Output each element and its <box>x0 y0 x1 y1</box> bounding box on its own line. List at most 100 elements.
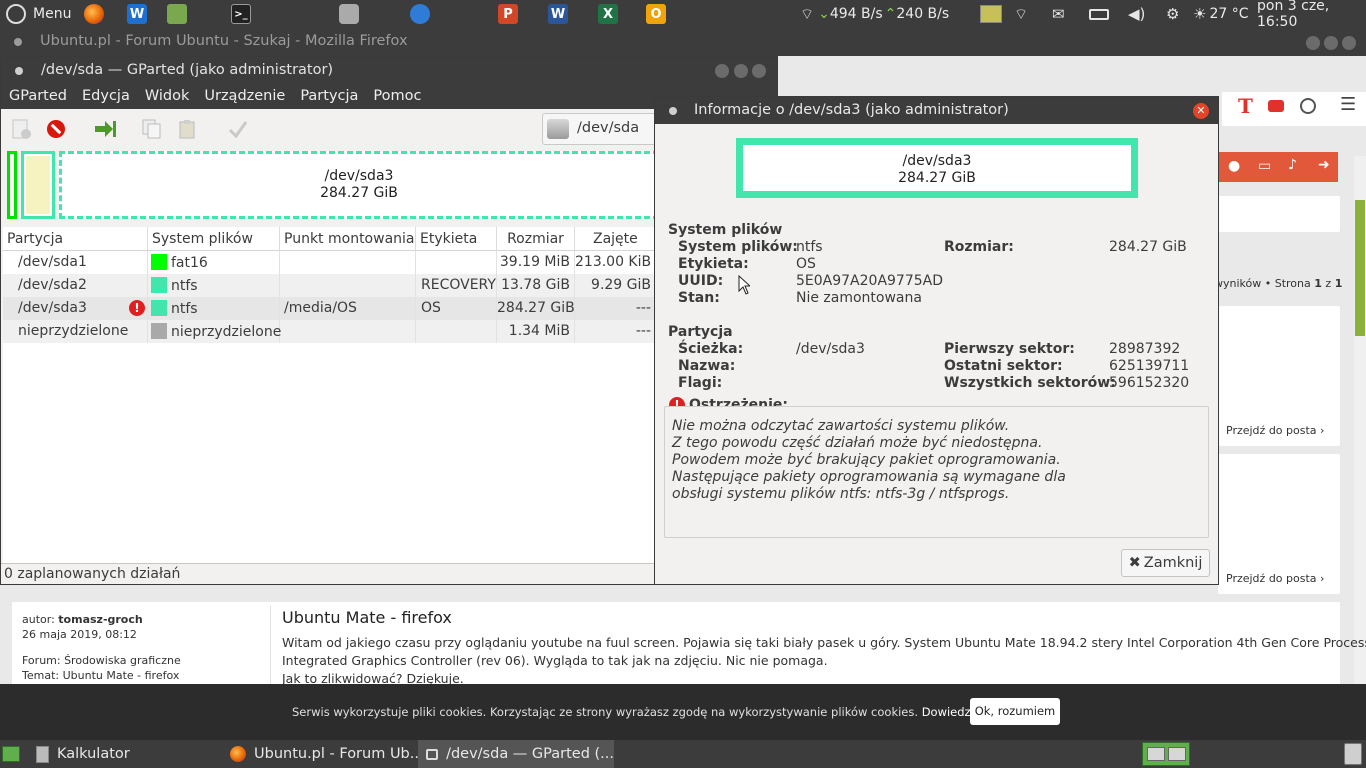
column-partition[interactable]: Partycja <box>3 227 148 251</box>
new-partition-icon[interactable] <box>11 118 33 140</box>
task-firefox[interactable]: Ubuntu.pl - Forum Ub... <box>230 740 424 768</box>
trash-icon[interactable] <box>1344 743 1362 765</box>
gparted-task-icon <box>426 748 439 760</box>
partition-segment-sda3[interactable]: /dev/sda3 284.27 GiB <box>59 151 659 219</box>
column-size[interactable]: Rozmiar <box>497 227 575 251</box>
envelope-icon: ✉ <box>1052 5 1065 23</box>
cookie-accept-button[interactable]: Ok, rozumiem <box>970 698 1060 725</box>
files-launcher[interactable] <box>167 0 187 28</box>
hamburger-menu-icon[interactable]: ☰ <box>1340 94 1356 115</box>
settings-indicator[interactable]: ⚙ <box>1166 0 1179 28</box>
gparted-maximize-button[interactable] <box>734 64 748 78</box>
partition-segment-sda1[interactable] <box>7 151 17 219</box>
thunderbird-launcher[interactable] <box>410 0 430 28</box>
cell-filesystem: fat16 <box>148 251 280 274</box>
folder-icon <box>167 4 187 24</box>
menu-device[interactable]: Urządzenie <box>196 85 292 109</box>
menu-gparted[interactable]: GParted <box>1 85 74 109</box>
ubuntu-mate-icon <box>6 4 26 24</box>
delete-partition-icon[interactable] <box>45 118 67 140</box>
firefox-launcher[interactable] <box>84 0 104 28</box>
post-topic[interactable]: Temat: Ubuntu Mate - firefox <box>22 668 181 683</box>
volume-indicator[interactable]: ◀) <box>1128 0 1145 28</box>
post-forum[interactable]: Forum: Środowiska graficzne <box>22 653 181 668</box>
disk-launcher[interactable] <box>339 0 359 28</box>
partition-preview-box: /dev/sda3 284.27 GiB <box>736 138 1138 198</box>
firefox-icon <box>84 4 104 24</box>
goto-post-link-1[interactable]: Przejdź do posta › <box>1226 424 1324 437</box>
cell-partition: /dev/sda2 <box>3 274 148 297</box>
cell-used: 9.29 GiB <box>591 277 651 293</box>
cell-filesystem: nieprzydzielone <box>148 320 281 343</box>
goto-post-link-2[interactable]: Przejdź do posta › <box>1226 572 1324 585</box>
firefox-close-button[interactable] <box>1342 36 1356 50</box>
column-used[interactable]: Zajęte <box>575 227 657 251</box>
cell-used: 213.00 KiB <box>575 254 652 270</box>
cell-used: --- <box>635 300 651 316</box>
wps-launcher[interactable]: W <box>127 0 147 28</box>
menu-edit[interactable]: Edycja <box>74 85 137 109</box>
workspace-switcher[interactable] <box>1142 742 1190 766</box>
monitor-indicator[interactable] <box>980 0 1002 28</box>
t-icon[interactable]: T <box>1238 94 1253 118</box>
top-panel: Menu W >_ P W X O ⌔ ⌄ 494 B/s ⌃ 240 B/s … <box>0 0 1366 30</box>
firefox-titlebar[interactable]: Ubuntu.pl - Forum Ubuntu - Szukaj - Mozi… <box>0 28 1366 56</box>
forum-post: autor: tomasz-groch 26 maja 2019, 08:12 … <box>12 602 1366 686</box>
menu-partition[interactable]: Partycja <box>292 85 365 109</box>
spreadsheet-launcher[interactable]: X <box>598 0 618 28</box>
logout-icon[interactable]: ➜ <box>1318 157 1330 173</box>
firefox-scrollbar-thumb[interactable] <box>1355 200 1365 336</box>
gparted-close-button[interactable] <box>752 64 766 78</box>
table-row[interactable]: /dev/sda1 fat16 39.19 MiB 213.00 KiB <box>3 251 657 274</box>
column-mountpoint[interactable]: Punkt montowania <box>280 227 416 251</box>
resize-move-icon[interactable] <box>93 118 116 140</box>
table-row[interactable]: nieprzydzielone nieprzydzielone 1.34 MiB… <box>3 320 657 343</box>
warning-line: Nie można odczytać zawartości systemu pl… <box>672 418 1010 434</box>
weather-indicator[interactable]: ☀ 27 °C <box>1193 0 1249 28</box>
task-gparted[interactable]: /dev/sda — GParted (... <box>418 740 614 768</box>
chevron-right-icon: › <box>1320 572 1325 585</box>
inbox-icon[interactable]: ▭ <box>1258 158 1271 174</box>
show-desktop-icon[interactable] <box>2 746 20 762</box>
apply-check-icon[interactable] <box>227 118 249 140</box>
presentation-launcher[interactable]: P <box>498 0 518 28</box>
firefox-maximize-button[interactable] <box>1324 36 1338 50</box>
battery-indicator[interactable] <box>1089 0 1109 28</box>
dialog-titlebar[interactable]: Informacje o /dev/sda3 (jako administrat… <box>655 97 1218 124</box>
clock[interactable]: pon 3 cze, 16:50 <box>1257 0 1366 30</box>
youtube-icon[interactable] <box>1268 100 1284 112</box>
column-label[interactable]: Etykieta <box>416 227 497 251</box>
user-icon[interactable]: ● <box>1228 158 1240 174</box>
table-row-selected[interactable]: /dev/sda3 ! ntfs /media/OS OS 284.27 GiB… <box>3 297 657 320</box>
mail-indicator[interactable]: ✉ <box>1052 0 1065 28</box>
device-selector-value: /dev/sda <box>577 120 640 136</box>
cell-mountpoint <box>280 251 416 274</box>
copy-icon[interactable] <box>141 118 163 140</box>
gparted-minimize-button[interactable] <box>715 64 729 78</box>
paste-icon[interactable] <box>177 118 199 140</box>
writer-launcher[interactable]: W <box>548 0 568 28</box>
post-title[interactable]: Ubuntu Mate - firefox <box>282 608 452 627</box>
menu-help[interactable]: Pomoc <box>365 85 428 109</box>
partition-table: Partycja System plików Punkt montowania … <box>3 227 657 563</box>
wifi-indicator[interactable]: ⌔ <box>1014 0 1028 28</box>
author-link[interactable]: tomasz-groch <box>58 613 142 626</box>
menu-view[interactable]: Widok <box>137 85 197 109</box>
device-selector[interactable]: /dev/sda <box>542 113 662 145</box>
table-row[interactable]: /dev/sda2 ntfs RECOVERY 13.78 GiB 9.29 G… <box>3 274 657 297</box>
office-launcher[interactable]: O <box>646 0 666 28</box>
menu-button[interactable]: Menu <box>6 0 71 28</box>
account-icon[interactable] <box>1300 98 1316 114</box>
column-filesystem[interactable]: System plików <box>148 227 280 251</box>
dialog-close-icon[interactable]: ✕ <box>1193 103 1209 119</box>
partition-segment-sda2[interactable] <box>21 151 55 219</box>
mail-client-icon <box>410 4 430 24</box>
gparted-titlebar[interactable]: /dev/sda — GParted (jako administrator) <box>1 57 777 85</box>
terminal-launcher[interactable]: >_ <box>231 0 251 28</box>
close-dialog-button[interactable]: ✖ Zamknij <box>1121 549 1210 577</box>
task-calculator[interactable]: Kalkulator <box>36 740 130 768</box>
results-info: wyników • Strona 1 z 1 <box>1214 277 1342 290</box>
firefox-minimize-button[interactable] <box>1306 36 1320 50</box>
network-indicator[interactable]: ⌔ ⌄ 494 B/s ⌃ 240 B/s <box>800 0 949 28</box>
bell-icon[interactable]: ♪ <box>1288 157 1297 173</box>
